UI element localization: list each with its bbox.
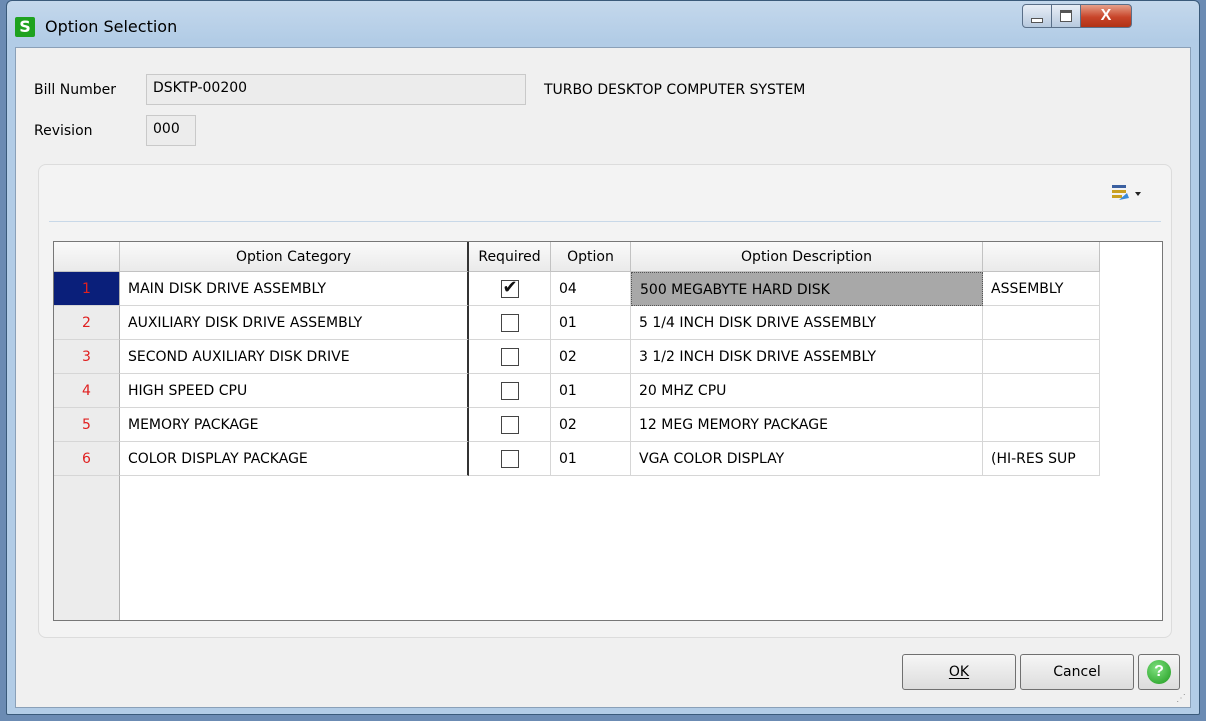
required-cell[interactable] [469, 442, 551, 476]
grid-header: Option Category Required Option Option D… [54, 242, 1162, 272]
grid-settings-icon [1112, 185, 1141, 200]
column-header-required[interactable]: Required [469, 242, 551, 272]
row-number[interactable]: 1 [54, 272, 120, 306]
panel-divider [49, 221, 1161, 222]
option-cell[interactable]: 01 [551, 306, 631, 340]
help-button[interactable]: ? [1138, 654, 1180, 690]
option-cell[interactable]: 02 [551, 408, 631, 442]
help-icon: ? [1147, 660, 1171, 684]
required-checkbox[interactable] [500, 314, 519, 332]
extra-cell[interactable] [983, 340, 1100, 374]
extra-cell[interactable]: ASSEMBLY [983, 272, 1100, 306]
column-header-extra[interactable] [983, 242, 1100, 272]
table-row[interactable]: 6 COLOR DISPLAY PACKAGE 01 VGA COLOR DIS… [54, 442, 1100, 476]
window-title: Option Selection [45, 17, 178, 36]
extra-cell[interactable] [983, 306, 1100, 340]
table-row[interactable]: 4 HIGH SPEED CPU 01 20 MHZ CPU [54, 374, 1100, 408]
ok-button-label: OK [948, 664, 970, 680]
close-icon: X [1100, 7, 1112, 24]
cancel-button[interactable]: Cancel [1020, 654, 1134, 690]
bill-number-label: Bill Number [34, 82, 116, 98]
grid-settings-button[interactable] [1110, 183, 1144, 203]
row-number[interactable]: 3 [54, 340, 120, 374]
option-category-cell[interactable]: MEMORY PACKAGE [120, 408, 469, 442]
option-cell[interactable]: 01 [551, 374, 631, 408]
required-cell[interactable] [469, 272, 551, 306]
close-button[interactable]: X [1080, 4, 1132, 28]
ok-button[interactable]: OK [902, 654, 1016, 690]
title-bar[interactable]: S Option Selection X [7, 1, 1199, 47]
maximize-icon [1060, 10, 1072, 22]
resize-grip-icon[interactable]: ⋰ [1176, 693, 1188, 705]
option-category-cell[interactable]: HIGH SPEED CPU [120, 374, 469, 408]
column-header-option[interactable]: Option [551, 242, 631, 272]
row-number[interactable]: 5 [54, 408, 120, 442]
table-row[interactable]: 5 MEMORY PACKAGE 02 12 MEG MEMORY PACKAG… [54, 408, 1100, 442]
options-panel: Option Category Required Option Option D… [38, 164, 1172, 638]
required-cell[interactable] [469, 374, 551, 408]
table-row[interactable]: 3 SECOND AUXILIARY DISK DRIVE 02 3 1/2 I… [54, 340, 1100, 374]
option-cell[interactable]: 02 [551, 340, 631, 374]
extra-cell[interactable]: (HI-RES SUP [983, 442, 1100, 476]
option-description-cell[interactable]: VGA COLOR DISPLAY [631, 442, 983, 476]
required-cell[interactable] [469, 340, 551, 374]
option-category-cell[interactable]: AUXILIARY DISK DRIVE ASSEMBLY [120, 306, 469, 340]
revision-label: Revision [34, 123, 93, 139]
required-checkbox[interactable] [500, 416, 519, 434]
row-number[interactable]: 4 [54, 374, 120, 408]
required-checkbox[interactable] [500, 277, 519, 299]
minimize-button[interactable] [1022, 4, 1052, 28]
table-row[interactable]: 2 AUXILIARY DISK DRIVE ASSEMBLY 01 5 1/4… [54, 306, 1100, 340]
option-selection-window: S Option Selection X Bill Number DSKTP-0… [6, 0, 1200, 715]
option-category-cell[interactable]: MAIN DISK DRIVE ASSEMBLY [120, 272, 469, 306]
row-number[interactable]: 6 [54, 442, 120, 476]
column-header-option-category[interactable]: Option Category [120, 242, 469, 272]
extra-cell[interactable] [983, 408, 1100, 442]
option-description-cell[interactable]: 12 MEG MEMORY PACKAGE [631, 408, 983, 442]
bill-description: TURBO DESKTOP COMPUTER SYSTEM [544, 82, 806, 98]
option-description-cell[interactable]: 5 1/4 INCH DISK DRIVE ASSEMBLY [631, 306, 983, 340]
chevron-down-icon [1135, 192, 1141, 196]
options-grid[interactable]: Option Category Required Option Option D… [53, 241, 1163, 621]
option-cell[interactable]: 04 [551, 272, 631, 306]
dialog-body: Bill Number DSKTP-00200 TURBO DESKTOP CO… [15, 47, 1191, 708]
maximize-button[interactable] [1051, 4, 1081, 28]
app-logo-icon: S [15, 17, 35, 37]
table-row[interactable]: 1 MAIN DISK DRIVE ASSEMBLY 04 500 MEGABY… [54, 272, 1100, 306]
required-cell[interactable] [469, 408, 551, 442]
option-description-cell[interactable]: 500 MEGABYTE HARD DISK [631, 272, 983, 306]
required-checkbox[interactable] [500, 348, 519, 366]
cancel-button-label: Cancel [1053, 664, 1101, 680]
required-checkbox[interactable] [500, 450, 519, 468]
required-cell[interactable] [469, 306, 551, 340]
required-checkbox[interactable] [500, 382, 519, 400]
option-description-cell[interactable]: 3 1/2 INCH DISK DRIVE ASSEMBLY [631, 340, 983, 374]
option-description-cell[interactable]: 20 MHZ CPU [631, 374, 983, 408]
row-number[interactable]: 2 [54, 306, 120, 340]
column-header-option-description[interactable]: Option Description [631, 242, 983, 272]
option-cell[interactable]: 01 [551, 442, 631, 476]
revision-field[interactable]: 000 [146, 115, 196, 146]
corner-header [54, 242, 120, 272]
minimize-icon [1031, 17, 1043, 23]
option-category-cell[interactable]: SECOND AUXILIARY DISK DRIVE [120, 340, 469, 374]
extra-cell[interactable] [983, 374, 1100, 408]
option-category-cell[interactable]: COLOR DISPLAY PACKAGE [120, 442, 469, 476]
bill-number-field[interactable]: DSKTP-00200 [146, 74, 526, 105]
